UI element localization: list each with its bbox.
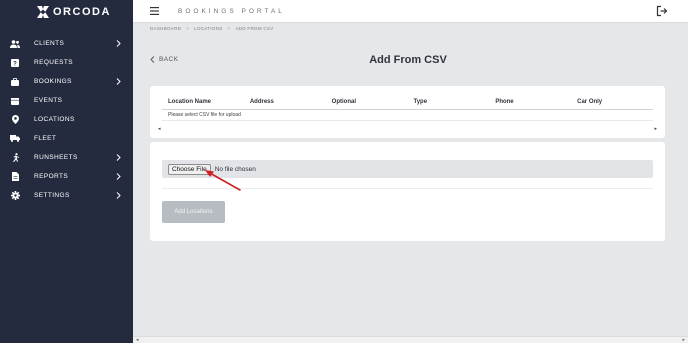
table-scroll-left-arrow[interactable]: ◂ — [158, 126, 161, 132]
horizontal-scrollbar[interactable]: ◂ ▸ — [133, 336, 688, 343]
calendar-icon — [10, 96, 20, 106]
truck-icon — [10, 134, 20, 144]
users-icon — [10, 39, 20, 49]
breadcrumb-locations[interactable]: LOCATIONS — [194, 26, 222, 31]
table-header: Location Name Address Optional Type Phon… — [162, 94, 653, 110]
page-title: Add From CSV — [369, 54, 447, 66]
running-icon — [10, 153, 20, 163]
add-locations-button[interactable]: Add Locations — [162, 201, 225, 223]
back-label: BACK — [159, 56, 179, 63]
sidebar-item-bookings[interactable]: BOOKINGS — [0, 72, 133, 91]
briefcase-icon — [10, 77, 20, 87]
chevron-left-icon — [150, 56, 155, 63]
column-header: Car Only — [577, 98, 603, 105]
annotation-arrow-icon — [205, 170, 241, 191]
sidebar-item-runsheets[interactable]: RUNSHEETS — [0, 148, 133, 167]
sidebar-item-label: CLIENTS — [34, 40, 65, 47]
file-icon — [10, 172, 20, 182]
sidebar: ORCODA CLIENTS ? REQUESTS BOOKINGS EVENT… — [0, 0, 133, 343]
sidebar-item-label: FLEET — [34, 135, 57, 142]
sidebar-item-label: BOOKINGS — [34, 78, 72, 85]
svg-text:?: ? — [13, 61, 17, 67]
column-header: Location Name — [168, 98, 212, 105]
question-icon: ? — [10, 58, 20, 68]
sidebar-item-fleet[interactable]: FLEET — [0, 129, 133, 148]
sidebar-item-reports[interactable]: REPORTS — [0, 167, 133, 186]
column-header: Optional — [331, 98, 356, 105]
sidebar-item-settings[interactable]: SETTINGS — [0, 186, 133, 205]
sidebar-item-label: SETTINGS — [34, 192, 70, 199]
chevron-right-icon — [116, 154, 121, 161]
logout-icon[interactable] — [656, 5, 668, 17]
breadcrumb-current: ADD FROM CSV — [235, 26, 274, 31]
topbar: BOOKINGS PORTAL — [133, 0, 688, 23]
sidebar-item-events[interactable]: EVENTS — [0, 91, 133, 110]
scroll-right-arrow[interactable]: ▸ — [682, 337, 685, 343]
sidebar-item-label: LOCATIONS — [34, 116, 75, 123]
column-header: Phone — [495, 98, 514, 105]
breadcrumb-separator: > — [227, 26, 231, 31]
csv-preview-card: Location Name Address Optional Type Phon… — [150, 86, 665, 138]
breadcrumb-dashboard[interactable]: DASHBOARD — [150, 26, 181, 31]
sidebar-item-label: RUNSHEETS — [34, 154, 78, 161]
sidebar-item-label: REPORTS — [34, 173, 69, 180]
sidebar-item-label: EVENTS — [34, 97, 63, 104]
column-header: Type — [413, 98, 428, 105]
column-header: Address — [249, 98, 274, 105]
gear-icon — [10, 191, 20, 201]
brand[interactable]: ORCODA — [0, 0, 133, 24]
chevron-right-icon — [116, 40, 121, 47]
back-link[interactable]: BACK — [150, 56, 178, 63]
chevron-right-icon — [116, 78, 121, 85]
sidebar-item-requests[interactable]: ? REQUESTS — [0, 53, 133, 72]
brand-name: ORCODA — [53, 6, 111, 18]
table-empty-message: Please select CSV file for upload — [162, 110, 653, 121]
sidebar-item-clients[interactable]: CLIENTS — [0, 34, 133, 53]
portal-title: BOOKINGS PORTAL — [178, 8, 285, 15]
sidebar-item-locations[interactable]: LOCATIONS — [0, 110, 133, 129]
scroll-left-arrow[interactable]: ◂ — [136, 337, 139, 343]
sidebar-item-label: REQUESTS — [34, 59, 73, 66]
hamburger-menu-icon[interactable] — [150, 7, 159, 15]
breadcrumb: DASHBOARD > LOCATIONS > ADD FROM CSV — [150, 26, 274, 31]
orcoda-logo-icon — [37, 6, 49, 18]
chevron-right-icon — [116, 173, 121, 180]
map-pin-icon — [10, 115, 20, 125]
table-scroll-right-arrow[interactable]: ▸ — [654, 126, 657, 132]
chevron-right-icon — [116, 192, 121, 199]
breadcrumb-separator: > — [186, 26, 190, 31]
sidebar-nav: CLIENTS ? REQUESTS BOOKINGS EVENTS LOCAT… — [0, 34, 133, 205]
